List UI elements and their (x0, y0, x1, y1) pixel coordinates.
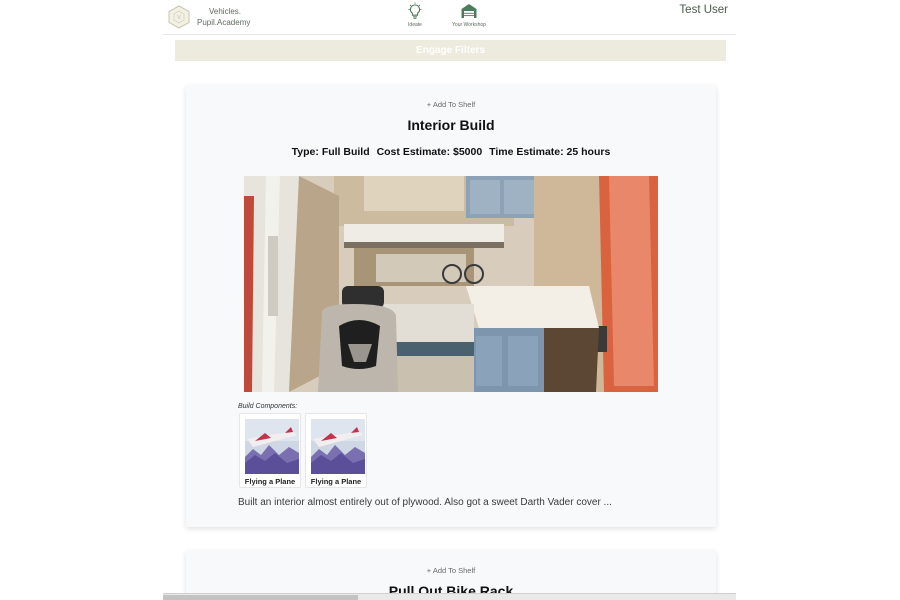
plane-photo (311, 419, 365, 474)
plane-photo (245, 419, 299, 474)
build-type: Type: Full Build (291, 146, 370, 158)
build-card: + Add To Shelf Interior Build Type: Full… (186, 85, 716, 527)
nav-ideate[interactable]: Ideate (395, 1, 435, 31)
build-description: Built an interior almost entirely out of… (238, 497, 612, 508)
component-name: Flying a Plane (244, 477, 296, 486)
build-components-label: Build Components: (238, 403, 298, 410)
component-card[interactable]: Flying a Plane (305, 413, 367, 488)
garage-icon (459, 1, 479, 21)
add-to-shelf-link[interactable]: + Add To Shelf (186, 566, 716, 575)
horizontal-scrollbar[interactable] (163, 593, 736, 600)
component-name: Flying a Plane (310, 477, 362, 486)
build-components-list: Flying a Plane Flying a Plane (239, 413, 367, 488)
component-card[interactable]: Flying a Plane (239, 413, 301, 488)
main-nav: Ideate Your Workshop (395, 1, 489, 31)
van-interior-photo[interactable] (244, 176, 658, 392)
lightbulb-icon (405, 1, 425, 21)
brand-text: Vehicles. Pupil.Academy (197, 6, 250, 28)
nav-your-workshop[interactable]: Your Workshop (449, 1, 489, 31)
build-meta: Type: Full Build Cost Estimate: $5000 Ti… (186, 146, 716, 158)
brand[interactable]: V Vehicles. Pupil.Academy (167, 3, 250, 31)
brand-line-2: Pupil.Academy (197, 18, 251, 27)
nav-ideate-label: Ideate (408, 22, 422, 28)
add-to-shelf-link[interactable]: + Add To Shelf (186, 100, 716, 109)
scrollbar-thumb[interactable] (163, 595, 358, 600)
engage-filters-button[interactable]: Engage Filters (175, 40, 726, 61)
hexagon-logo-icon: V (167, 5, 191, 29)
user-menu[interactable]: Test User (679, 4, 728, 16)
build-time: Time Estimate: 25 hours (489, 146, 611, 158)
top-header: V Vehicles. Pupil.Academy Ideate Your Wo… (163, 0, 736, 35)
build-cost: Cost Estimate: $5000 (376, 146, 483, 158)
app-window: V Vehicles. Pupil.Academy Ideate Your Wo… (163, 0, 736, 600)
nav-your-workshop-label: Your Workshop (452, 22, 486, 28)
build-title[interactable]: Interior Build (186, 117, 716, 133)
brand-line-1: Vehicles. (209, 7, 242, 16)
engage-filters-label: Engage Filters (416, 45, 485, 56)
